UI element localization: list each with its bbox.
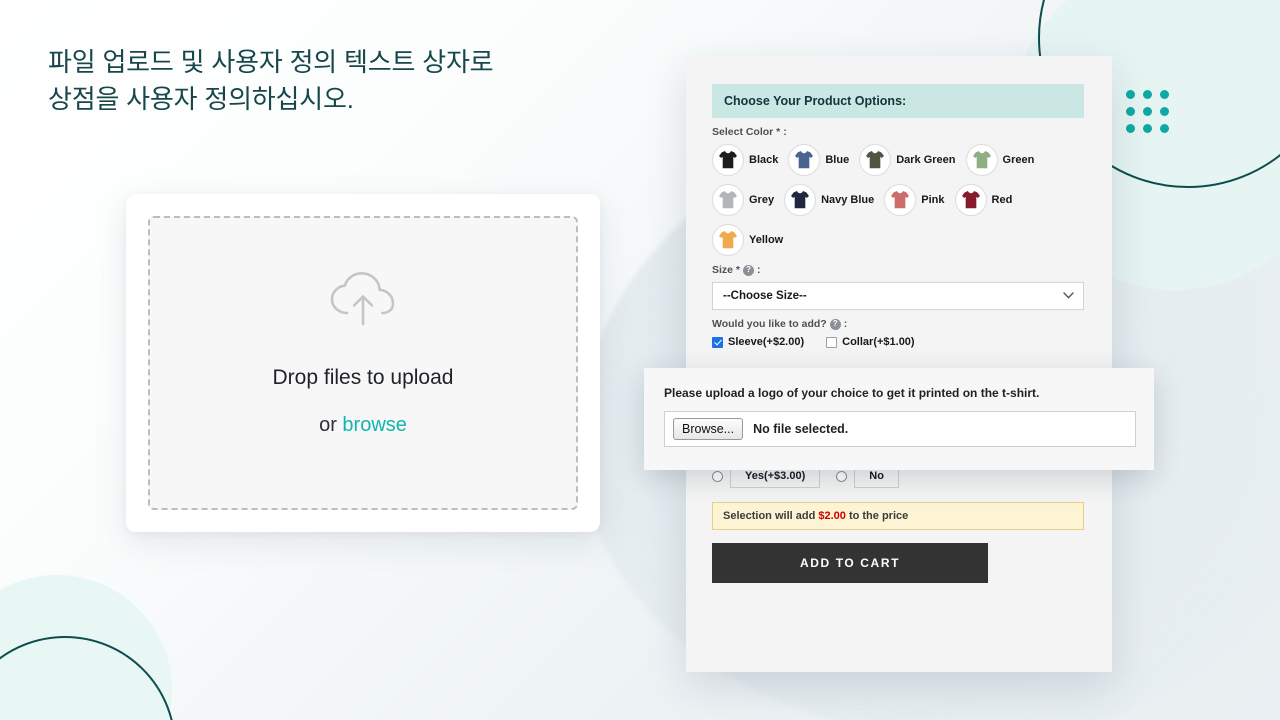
tshirt-icon bbox=[859, 144, 892, 176]
color-swatch-label: Grey bbox=[749, 194, 775, 206]
size-label-suffix: : bbox=[757, 264, 761, 276]
price-notice: Selection will add $2.00 to the price bbox=[712, 502, 1084, 530]
tshirt-icon bbox=[884, 184, 917, 216]
tshirt-icon bbox=[954, 184, 987, 216]
size-label: Size * ? : bbox=[712, 264, 1084, 276]
file-dropzone-area[interactable]: Drop files to upload or browse bbox=[148, 216, 578, 510]
checkbox-icon[interactable] bbox=[712, 336, 723, 348]
price-notice-amount: $2.00 bbox=[818, 510, 846, 522]
decorative-circle-bottom-left bbox=[0, 575, 172, 720]
browse-button[interactable]: Browse... bbox=[673, 418, 744, 440]
dropzone-title: Drop files to upload bbox=[272, 366, 454, 389]
help-icon[interactable]: ? bbox=[743, 264, 755, 276]
color-swatch-black[interactable]: Black bbox=[712, 144, 778, 176]
addon-checkbox-sleeve[interactable]: Sleeve(+$2.00) bbox=[712, 336, 804, 348]
logo-upload-overlay-card: Please upload a logo of your choice to g… bbox=[644, 368, 1154, 470]
tshirt-icon bbox=[965, 144, 998, 176]
product-options-panel: Choose Your Product Options: Select Colo… bbox=[686, 56, 1112, 672]
tshirt-icon bbox=[784, 184, 817, 216]
select-color-label: Select Color * : bbox=[712, 126, 1084, 138]
decorative-ring-bottom-left bbox=[0, 636, 176, 720]
radio-icon[interactable] bbox=[836, 470, 848, 482]
add-to-cart-button[interactable]: ADD TO CART bbox=[712, 543, 988, 583]
page-root: 파일 업로드 및 사용자 정의 텍스트 상자로 상점을 사용자 정의하십시오. … bbox=[0, 0, 1280, 720]
color-swatch-label: Navy Blue bbox=[821, 194, 875, 206]
chevron-down-icon bbox=[1063, 290, 1074, 302]
color-swatch-label: Pink bbox=[921, 194, 945, 206]
color-swatch-row: Yellow bbox=[712, 224, 1084, 256]
dot-grid-decoration bbox=[1126, 90, 1177, 141]
price-notice-suffix: to the price bbox=[848, 510, 909, 522]
color-swatch-label: Yellow bbox=[749, 234, 784, 246]
addons-label-suffix: : bbox=[843, 318, 848, 330]
color-swatch-blue[interactable]: Blue bbox=[788, 144, 849, 176]
color-swatch-label: Black bbox=[749, 154, 779, 166]
size-label-text: Size * bbox=[712, 264, 741, 276]
size-select[interactable]: --Choose Size-- bbox=[712, 282, 1084, 310]
color-swatch-red[interactable]: Red bbox=[954, 184, 1013, 216]
color-swatch-label: Dark Green bbox=[896, 154, 956, 166]
checkbox-icon[interactable] bbox=[826, 336, 838, 348]
tshirt-icon bbox=[712, 144, 744, 176]
addon-label: Collar(+$1.00) bbox=[842, 336, 915, 348]
color-swatch-group: Black Blue Dark Green Green Grey Navy Blue Pi… bbox=[712, 144, 1084, 256]
dropzone-or-text: or bbox=[319, 414, 343, 436]
select-color-label-text: Select Color * : bbox=[712, 126, 787, 138]
selected-file-name: No file selected. bbox=[753, 422, 849, 436]
addon-checkbox-collar[interactable]: Collar(+$1.00) bbox=[826, 336, 915, 348]
color-swatch-dark-green[interactable]: Dark Green bbox=[859, 144, 956, 176]
logo-upload-prompt: Please upload a logo of your choice to g… bbox=[664, 386, 1040, 400]
tshirt-icon bbox=[788, 144, 821, 176]
color-swatch-navy-blue[interactable]: Navy Blue bbox=[784, 184, 874, 216]
addons-label: Would you like to add? ? : bbox=[712, 318, 1084, 330]
panel-header: Choose Your Product Options: bbox=[712, 84, 1084, 118]
color-swatch-pink[interactable]: Pink bbox=[884, 184, 945, 216]
color-swatch-row: Black Blue Dark Green Green bbox=[712, 144, 1084, 176]
page-title: 파일 업로드 및 사용자 정의 텍스트 상자로 상점을 사용자 정의하십시오. bbox=[48, 47, 494, 114]
color-swatch-green[interactable]: Green bbox=[965, 144, 1035, 176]
file-dropzone-card[interactable]: Drop files to upload or browse bbox=[126, 194, 600, 532]
radio-icon[interactable] bbox=[712, 470, 723, 482]
price-notice-prefix: Selection will add bbox=[723, 510, 816, 522]
color-swatch-label: Blue bbox=[825, 154, 850, 166]
tshirt-icon bbox=[712, 224, 744, 256]
color-swatch-grey[interactable]: Grey bbox=[712, 184, 774, 216]
tshirt-icon bbox=[712, 184, 744, 216]
size-select-value: --Choose Size-- bbox=[723, 290, 807, 302]
color-swatch-row: Grey Navy Blue Pink Red bbox=[712, 184, 1084, 216]
addons-label-text: Would you like to add? bbox=[712, 318, 827, 330]
browse-link[interactable]: browse bbox=[342, 414, 406, 436]
addons-checkbox-group: Sleeve(+$2.00) Collar(+$1.00) bbox=[712, 336, 1084, 348]
color-swatch-label: Red bbox=[991, 194, 1013, 206]
dropzone-subtitle: or browse bbox=[319, 414, 407, 437]
color-swatch-yellow[interactable]: Yellow bbox=[712, 224, 783, 256]
help-icon[interactable]: ? bbox=[829, 318, 841, 330]
color-swatch-label: Green bbox=[1002, 154, 1035, 166]
addon-label: Sleeve(+$2.00) bbox=[728, 336, 805, 348]
file-input-row[interactable]: Browse... No file selected. bbox=[664, 411, 1136, 447]
cloud-upload-icon bbox=[330, 271, 396, 332]
